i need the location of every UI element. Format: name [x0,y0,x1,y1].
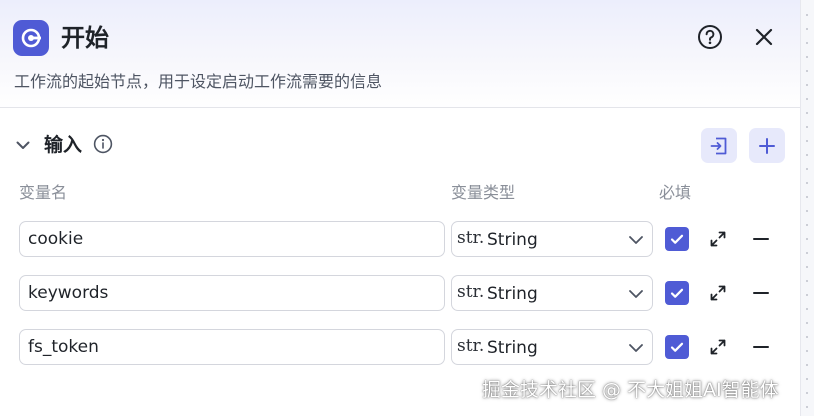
canvas-dot-grid [806,8,808,408]
type-label: String [487,284,538,304]
start-node-panel: 开始 工作流的起始节点，用于设定启动工作流需要的信息 输入 变量名 变量类型 必… [0,0,800,416]
required-checkbox[interactable] [665,227,689,251]
start-node-icon [13,20,49,56]
info-icon[interactable] [93,134,113,154]
help-icon[interactable] [695,22,725,52]
expand-icon[interactable] [708,283,728,303]
required-checkbox[interactable] [665,335,689,359]
variable-row: str. String [0,221,800,257]
canvas-edge [800,0,814,416]
type-label: String [487,338,538,358]
section-title: 输入 [44,134,83,156]
chevron-down-icon [629,290,643,298]
add-variable-button[interactable] [749,128,785,163]
variable-row: str. String [0,329,800,365]
plus-icon [759,137,775,154]
checkmark-icon [670,234,684,244]
variable-name-input[interactable] [19,275,445,311]
column-header-required: 必填 [659,183,692,202]
checkmark-icon [670,288,684,298]
variable-type-select[interactable]: str. String [451,275,653,311]
expand-icon[interactable] [708,337,728,357]
checkmark-icon [670,342,684,352]
close-icon[interactable] [749,22,779,52]
variable-type-select[interactable]: str. String [451,329,653,365]
variable-type-select[interactable]: str. String [451,221,653,257]
node-description: 工作流的起始节点，用于设定启动工作流需要的信息 [14,72,383,91]
remove-variable-icon[interactable] [751,229,771,249]
type-tag: str. [457,228,485,248]
import-icon [710,137,727,154]
variable-name-input[interactable] [19,329,445,365]
variable-row: str. String [0,275,800,311]
chevron-down-icon[interactable] [14,136,32,154]
panel-header: 开始 工作流的起始节点，用于设定启动工作流需要的信息 [0,0,800,108]
input-section-header: 输入 [14,130,786,160]
column-header-name: 变量名 [19,183,68,202]
type-tag: str. [457,336,485,356]
watermark: 掘金技术社区 @ 不大姐姐AI智能体 [482,379,779,401]
column-header-type: 变量类型 [451,183,516,202]
required-checkbox[interactable] [665,281,689,305]
remove-variable-icon[interactable] [751,283,771,303]
page-title: 开始 [61,24,109,52]
variable-name-input[interactable] [19,221,445,257]
chevron-down-icon [629,236,643,244]
chevron-down-icon [629,344,643,352]
type-tag: str. [457,282,485,302]
remove-variable-icon[interactable] [751,337,771,357]
import-variables-button[interactable] [701,128,737,163]
expand-icon[interactable] [708,229,728,249]
type-label: String [487,230,538,250]
